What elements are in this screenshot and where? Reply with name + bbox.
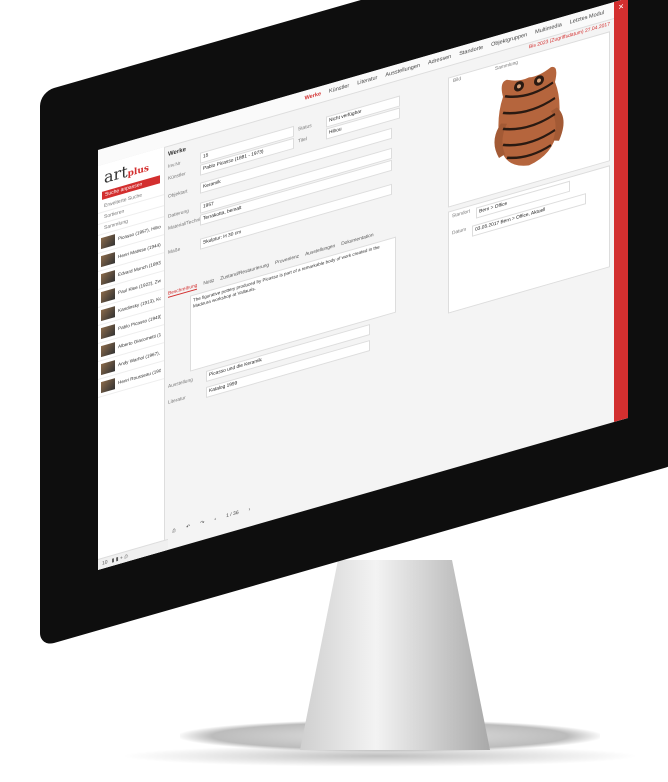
result-thumbnail (101, 252, 115, 268)
monitor-stand (300, 560, 490, 750)
field-label: Literatur (168, 395, 186, 406)
nav-kuenstler[interactable]: Künstler (329, 83, 349, 95)
field-label: Maße (168, 247, 181, 256)
imac-scene: Werke Künstler Literatur Ausstellungen A… (0, 0, 668, 782)
logo-main: art (104, 161, 128, 188)
result-thumbnail (101, 342, 115, 358)
field-label: Titel (298, 137, 307, 145)
tab-notiz[interactable]: Notiz (203, 279, 214, 288)
pager-text: 1 / 36 (226, 509, 239, 520)
logo-sub: plus (127, 163, 149, 180)
field-label: Ausstellung (168, 377, 193, 390)
undo-icon[interactable]: ↶ (186, 524, 190, 531)
close-icon[interactable]: ✕ (614, 1, 628, 13)
result-count: 10 (102, 559, 108, 567)
pager-next[interactable]: › (249, 506, 251, 512)
result-thumbnail (101, 288, 115, 304)
date-label: Datum (452, 227, 467, 237)
result-thumbnail (101, 270, 115, 286)
result-thumbnail (101, 378, 115, 394)
field-label: Objektart (168, 189, 188, 200)
nav-multimedia[interactable]: Multimedia (535, 22, 562, 36)
print-icon[interactable]: ⎙ (172, 528, 176, 535)
result-thumbnail (101, 324, 115, 340)
nav-literatur[interactable]: Literatur (357, 75, 377, 87)
redo-icon[interactable]: ↷ (200, 519, 204, 526)
nav-standorte[interactable]: Standorte (459, 45, 483, 58)
nav-ausstellungen[interactable]: Ausstellungen (385, 63, 420, 79)
nav-werke[interactable]: Werke (305, 91, 321, 102)
sidebar: artplus Suche anpassen Erweiterte Suche … (98, 146, 168, 570)
result-thumbnail (101, 360, 115, 376)
nav-adressen[interactable]: Adressen (428, 54, 451, 67)
result-thumbnail (101, 234, 115, 250)
right-red-strip: ✕ (614, 0, 628, 423)
result-thumbnail (101, 306, 115, 322)
pager-prev[interactable]: ‹ (214, 516, 216, 522)
